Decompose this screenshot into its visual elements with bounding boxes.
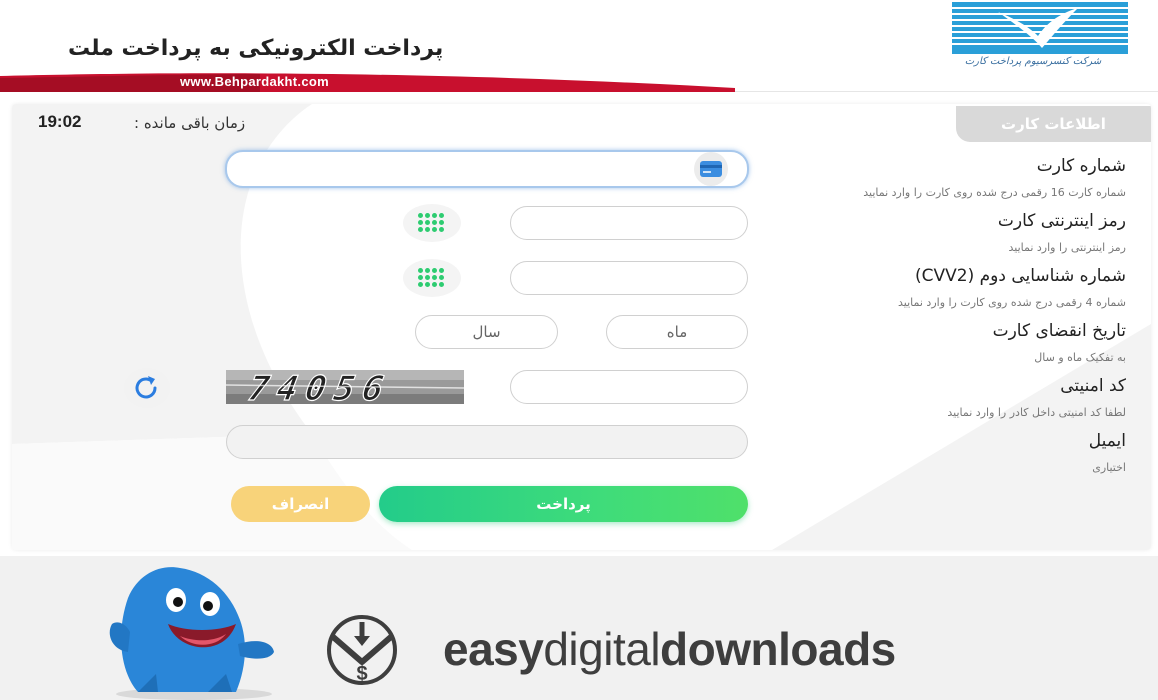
- card-icon-wrap: [694, 152, 728, 186]
- captcha-hint: لطفا کد امنیتی داخل کادر را وارد نمایید: [947, 406, 1126, 419]
- page-title: پرداخت الکترونیکی به پرداخت ملت: [68, 36, 444, 61]
- card-info-panel: اطلاعات کارت زمان باقی مانده : 19:02 شما…: [12, 104, 1151, 550]
- edd-brand-text: easydigitaldownloads: [443, 622, 896, 676]
- expiry-month-input[interactable]: [606, 315, 748, 349]
- keypad-icon[interactable]: [403, 204, 461, 242]
- expiry-label: تاریخ انقضای کارت: [992, 321, 1126, 341]
- cvv2-input[interactable]: [510, 261, 748, 295]
- email-label: ایمیل: [1088, 431, 1126, 451]
- expiry-year-input[interactable]: [415, 315, 558, 349]
- svg-text:$: $: [356, 663, 367, 685]
- timer-label: زمان باقی مانده :: [134, 114, 246, 132]
- email-hint: اختیاری: [1092, 461, 1126, 474]
- edd-brand-easy: easy: [443, 623, 544, 675]
- refresh-captcha-button[interactable]: [124, 368, 170, 408]
- cancel-button[interactable]: انصراف: [231, 486, 370, 522]
- download-dollar-icon: $: [327, 615, 397, 685]
- cvv2-label: شماره شناسایی دوم (CVV2): [915, 266, 1126, 286]
- cvv2-hint: شماره 4 رقمی درج شده روی کارت را وارد نم…: [898, 296, 1126, 309]
- captcha-label: کد امنیتی: [1060, 376, 1126, 396]
- pin2-hint: رمز اینترنتی را وارد نمایید: [1008, 241, 1126, 254]
- keypad-icon[interactable]: [403, 259, 461, 297]
- captcha-image: 74056: [226, 370, 464, 404]
- edd-brand-downloads: downloads: [660, 623, 896, 675]
- logo-caption: شرکت کنسرسیوم پرداخت کارت: [964, 56, 1102, 67]
- blue-mascot-icon: [109, 567, 274, 700]
- email-input[interactable]: [226, 425, 748, 459]
- header-url[interactable]: www.Behpardakht.com: [180, 74, 329, 89]
- pay-button[interactable]: پرداخت: [379, 486, 748, 522]
- refresh-icon: [135, 376, 157, 399]
- card-number-input[interactable]: [225, 150, 749, 188]
- expiry-hint: به تفکیک ماه و سال: [1034, 351, 1126, 364]
- pin2-label: رمز اینترنتی کارت: [997, 211, 1126, 231]
- page-header: پرداخت الکترونیکی به پرداخت ملت www.Behp…: [0, 0, 1158, 92]
- card-number-hint: شماره کارت 16 رقمی درج شده روی کارت را و…: [863, 186, 1126, 199]
- tab-card-info: اطلاعات کارت: [956, 106, 1151, 142]
- pin2-input[interactable]: [510, 206, 748, 240]
- card-number-label: شماره کارت: [1036, 156, 1126, 176]
- edd-brand-digital: digital: [543, 623, 661, 675]
- captcha-input[interactable]: [510, 370, 748, 404]
- timer-value: 19:02: [38, 112, 82, 131]
- credit-card-icon: [700, 161, 722, 177]
